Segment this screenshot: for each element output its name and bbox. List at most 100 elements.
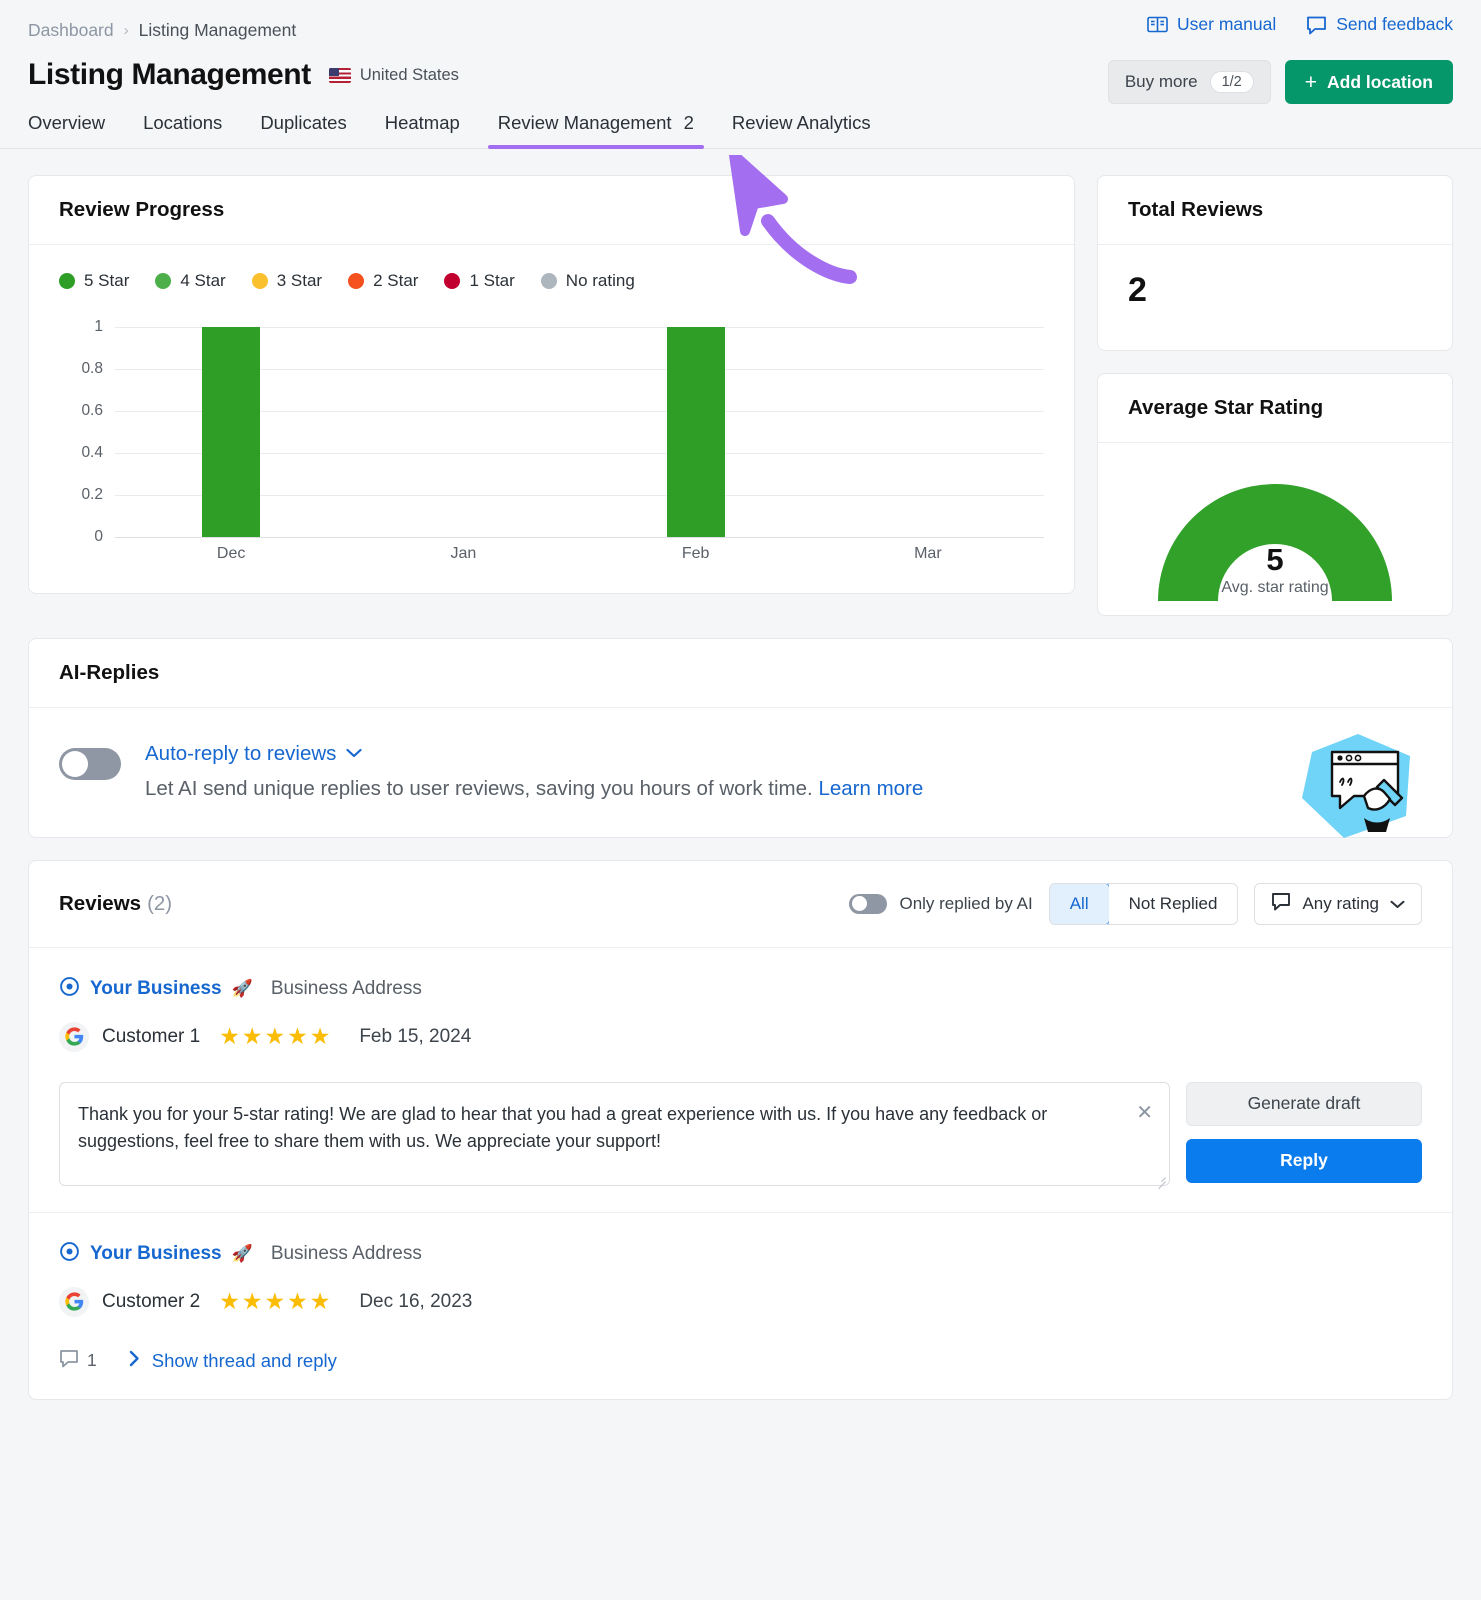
review-business-row: Your Business 🚀 Business Address <box>59 976 1422 1002</box>
segment-all[interactable]: All <box>1049 883 1110 924</box>
reviews-title: Reviews (2) <box>59 892 172 916</box>
show-thread-and-reply-link[interactable]: Show thread and reply <box>129 1350 337 1372</box>
review-star-rating: ★ ★ ★ ★ ★ <box>219 1290 330 1313</box>
x-axis-tick-label: Dec <box>216 545 246 562</box>
x-axis-labels: Dec Jan Feb Mar <box>115 545 1044 563</box>
chart-legend: 5 Star 4 Star 3 Star 2 Star 1 Star No rating <box>59 271 1044 291</box>
rocket-icon: 🚀 <box>231 1243 253 1263</box>
gridline <box>115 537 1044 538</box>
auto-reply-toggle[interactable] <box>59 748 121 780</box>
clear-reply-icon[interactable]: ✕ <box>1136 1103 1153 1123</box>
legend-item-3-star[interactable]: 3 Star <box>251 271 322 291</box>
legend-item-4-star[interactable]: 4 Star <box>155 271 226 291</box>
segment-not-replied[interactable]: Not Replied <box>1108 883 1238 924</box>
google-icon <box>59 1021 89 1052</box>
top-cards-row: Review Progress 5 Star 4 Star 3 Star 2 Star… <box>28 175 1453 616</box>
legend-item-2-star[interactable]: 2 Star <box>348 271 418 291</box>
legend-item-no-rating[interactable]: No rating <box>540 271 635 291</box>
us-flag-icon <box>328 67 351 83</box>
tab-duplicates[interactable]: Duplicates <box>260 108 346 148</box>
legend-color-dot-icon <box>251 273 268 289</box>
review-item: Your Business 🚀 Business Address Custome… <box>29 948 1452 1213</box>
learn-more-link[interactable]: Learn more <box>818 777 923 800</box>
gauge-chart: 5 Avg. star rating <box>1142 469 1408 605</box>
buy-more-button[interactable]: Buy more 1/2 <box>1107 60 1271 104</box>
legend-item-1-star[interactable]: 1 Star <box>444 271 515 291</box>
tab-locations[interactable]: Locations <box>143 108 222 148</box>
legend-label: 1 Star <box>469 271 515 290</box>
tab-heatmap[interactable]: Heatmap <box>385 108 460 148</box>
business-name[interactable]: Your Business <box>90 1243 222 1265</box>
country-indicator: United States <box>328 65 459 85</box>
buy-more-label: Buy more <box>1124 72 1198 91</box>
total-reviews-value: 2 <box>1128 271 1147 309</box>
user-manual-link[interactable]: User manual <box>1147 14 1276 35</box>
x-axis-tick-label: Jan <box>450 545 477 562</box>
legend-color-dot-icon <box>348 273 365 289</box>
tab-review-analytics[interactable]: Review Analytics <box>732 108 871 148</box>
legend-label: 4 Star <box>180 271 226 290</box>
gauge-center-label: 5 Avg. star rating <box>1142 544 1408 597</box>
review-date: Dec 16, 2023 <box>359 1290 473 1312</box>
textarea-resize-handle[interactable] <box>1156 1172 1166 1182</box>
review-business-row: Your Business 🚀 Business Address <box>59 1241 1422 1267</box>
star-icon: ★ <box>309 1023 331 1050</box>
customer-name: Customer 1 <box>102 1025 201 1047</box>
reviews-header: Reviews (2) Only replied by AI All Not Rep… <box>29 861 1452 948</box>
chart-bars <box>115 327 1044 537</box>
only-replied-by-ai-filter[interactable]: Only replied by AI <box>849 893 1033 914</box>
star-icon: ★ <box>241 1288 263 1315</box>
breadcrumb-current[interactable]: Listing Management <box>139 20 297 41</box>
ai-replies-body: Auto-reply to reviews Let AI send unique… <box>29 708 1452 838</box>
tab-label: Heatmap <box>384 112 460 133</box>
chart-bar[interactable] <box>666 327 725 537</box>
chart-bar[interactable] <box>202 327 261 537</box>
y-axis-tick-label: 0.8 <box>81 360 103 377</box>
ai-replies-title: AI-Replies <box>29 639 1452 708</box>
speech-bubble-icon <box>1306 15 1327 35</box>
reply-button[interactable]: Reply <box>1186 1138 1422 1183</box>
reviews-filters: Only replied by AI All Not Replied Any ra… <box>849 882 1422 925</box>
legend-color-dot-icon <box>540 273 557 289</box>
ai-replies-description-text: Let AI send unique replies to user revie… <box>145 777 813 800</box>
add-location-button[interactable]: + Add location <box>1284 60 1453 104</box>
rating-filter-select[interactable]: Any rating <box>1254 882 1422 925</box>
buy-more-count-badge: 1/2 <box>1209 71 1254 93</box>
tab-review-management[interactable]: Review Management 2 <box>487 108 704 149</box>
send-feedback-link[interactable]: Send feedback <box>1306 14 1453 35</box>
review-star-rating: ★ ★ ★ ★ ★ <box>219 1025 330 1048</box>
header-links: User manual Send feedback <box>1147 14 1453 35</box>
y-axis-tick-label: 1 <box>94 318 103 335</box>
tab-count-badge: 2 <box>683 112 694 133</box>
auto-reply-label: Auto-reply to reviews <box>145 742 337 765</box>
review-customer-row: Customer 2 ★ ★ ★ ★ ★ Dec 16, 2023 <box>59 1286 1422 1317</box>
send-feedback-label: Send feedback <box>1336 14 1453 34</box>
total-reviews-body: 2 <box>1098 245 1452 350</box>
chevron-down-icon <box>346 745 363 763</box>
x-axis-tick-label: Feb <box>681 545 710 562</box>
bar-slot-mar <box>812 327 1044 537</box>
generate-draft-button[interactable]: Generate draft <box>1186 1081 1422 1126</box>
breadcrumb-separator-icon: › <box>123 21 129 39</box>
review-item: Your Business 🚀 Business Address Custome… <box>29 1213 1452 1399</box>
only-replied-by-ai-label: Only replied by AI <box>899 893 1033 913</box>
tab-label: Overview <box>28 112 106 133</box>
location-pin-icon <box>59 1241 80 1267</box>
star-icon: ★ <box>264 1288 286 1315</box>
tab-bar: Overview Locations Duplicates Heatmap Review… <box>0 108 1481 149</box>
review-progress-title: Review Progress <box>29 176 1074 245</box>
average-star-rating-card: Average Star Rating 5 Avg. star rating <box>1097 373 1453 616</box>
business-name[interactable]: Your Business <box>90 978 222 1000</box>
tab-overview[interactable]: Overview <box>28 108 105 148</box>
ai-replies-description: Let AI send unique replies to user revie… <box>145 775 923 803</box>
legend-color-dot-icon <box>155 273 172 289</box>
total-reviews-card: Total Reviews 2 <box>1097 175 1453 351</box>
review-progress-card: Review Progress 5 Star 4 Star 3 Star 2 Star… <box>28 175 1075 594</box>
auto-reply-link-row[interactable]: Auto-reply to reviews <box>145 742 923 766</box>
reply-textarea[interactable]: Thank you for your 5-star rating! We are… <box>59 1081 1170 1186</box>
legend-color-dot-icon <box>59 273 75 289</box>
only-replied-by-ai-toggle[interactable] <box>849 893 888 914</box>
legend-item-5-star[interactable]: 5 Star <box>59 271 129 291</box>
breadcrumb-dashboard[interactable]: Dashboard <box>28 20 114 41</box>
country-label: United States <box>359 65 459 84</box>
